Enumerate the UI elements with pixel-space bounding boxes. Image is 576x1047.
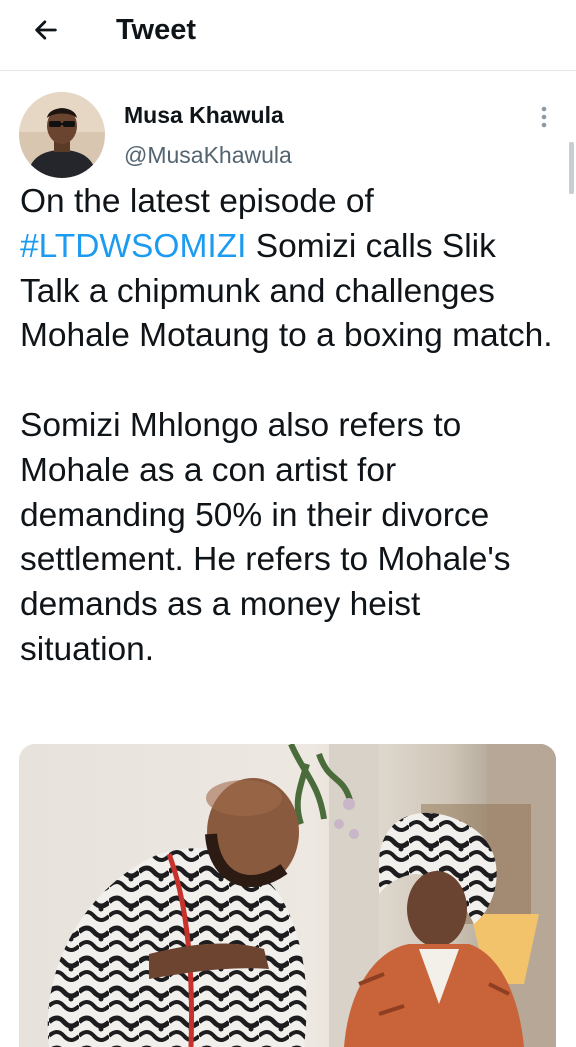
author-handle[interactable]: @MusaKhawula: [124, 142, 292, 169]
more-vertical-icon: [541, 106, 547, 128]
photo-image: [19, 744, 556, 1047]
tweet-paragraph-1: On the latest episode of #LTDWSOMIZI Som…: [20, 180, 560, 359]
avatar-image: [19, 92, 105, 178]
tweet-paragraph-2: Somizi Mhlongo also refers to Mohale as …: [20, 406, 511, 668]
back-button[interactable]: [22, 10, 70, 50]
author-avatar[interactable]: [19, 92, 105, 178]
tweet-text: On the latest episode of #LTDWSOMIZI Som…: [20, 180, 560, 673]
tweet-media-photo[interactable]: [19, 744, 556, 1047]
paragraph-text: On the latest episode of: [20, 183, 374, 220]
page-title: Tweet: [116, 14, 197, 46]
arrow-left-icon: [35, 20, 57, 40]
hashtag-link[interactable]: #LTDWSOMIZI: [20, 228, 246, 265]
scrollbar[interactable]: [569, 142, 574, 194]
more-options-button[interactable]: [532, 102, 556, 132]
author-name[interactable]: Musa Khawula: [124, 102, 284, 129]
top-bar: Tweet: [0, 0, 576, 71]
